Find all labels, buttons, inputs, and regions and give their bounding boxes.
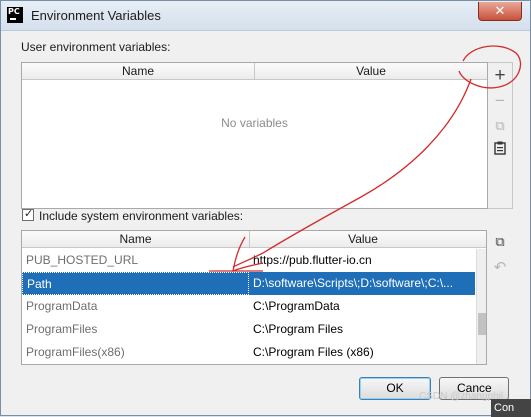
system-variables-table[interactable]: Name Value PUB_HOSTED_URL https://pub.fl…	[21, 230, 487, 365]
copy-variable-button[interactable]: ⧉	[490, 116, 510, 136]
user-variables-label: User environment variables:	[21, 40, 171, 54]
table-row[interactable]: PUB_HOSTED_URL https://pub.flutter-io.cn	[22, 249, 475, 272]
revert-button[interactable]: ↶	[490, 258, 510, 278]
environment-variables-dialog: PC Environment Variables ✕ User environm…	[0, 0, 531, 417]
checkmark-icon: ✓	[24, 208, 34, 220]
column-header-value[interactable]: Value	[254, 63, 487, 80]
row-name: Path	[22, 272, 249, 295]
corner-tag: Con	[491, 399, 531, 417]
pycharm-icon: PC	[7, 7, 23, 23]
scrollbar-thumb[interactable]	[478, 313, 486, 335]
row-value: C:\Program Files (x86)	[253, 345, 374, 359]
row-value: C:\ProgramData	[253, 299, 340, 313]
empty-state-text: No variables	[221, 116, 288, 130]
row-value: D:\software\Scripts\;D:\software\;C:\...	[253, 276, 454, 290]
include-system-checkbox[interactable]: ✓	[22, 208, 34, 221]
table-row[interactable]: ProgramFiles(x86) C:\Program Files (x86)	[22, 341, 475, 364]
clipboard-icon	[494, 141, 506, 155]
row-name: PUB_HOSTED_URL	[26, 253, 139, 267]
close-button[interactable]: ✕	[478, 2, 522, 21]
dialog-content: User environment variables: Name Value N…	[9, 32, 522, 415]
column-header-name[interactable]: Name	[22, 231, 249, 248]
window-title: Environment Variables	[31, 8, 161, 23]
user-toolbar: + − ⧉	[488, 62, 513, 209]
include-system-label[interactable]: Include system environment variables:	[39, 209, 243, 223]
copy-system-variable-button[interactable]: ⧉	[490, 232, 510, 252]
table-row[interactable]: ProgramData C:\ProgramData	[22, 295, 475, 318]
column-header-value[interactable]: Value	[249, 231, 476, 248]
add-variable-button[interactable]: +	[490, 66, 510, 86]
system-table-header: Name Value	[22, 231, 486, 248]
app-icon-text: PC	[8, 7, 20, 16]
system-toolbar: ⧉ ↶	[487, 230, 513, 365]
row-name: ProgramData	[26, 299, 98, 313]
title-bar[interactable]: PC Environment Variables ✕	[1, 1, 530, 31]
user-variables-table[interactable]: Name Value No variables	[21, 62, 488, 209]
paste-variable-button[interactable]	[490, 141, 510, 161]
user-table-header: Name Value	[22, 63, 487, 80]
row-value: https://pub.flutter-io.cn	[253, 253, 372, 267]
table-row[interactable]: ProgramFiles C:\Program Files	[22, 318, 475, 341]
column-header-name[interactable]: Name	[22, 63, 254, 80]
row-value: C:\Program Files	[253, 322, 344, 336]
row-name: ProgramFiles(x86)	[26, 345, 125, 359]
table-row-selected[interactable]: Path D:\software\Scripts\;D:\software\;C…	[22, 272, 475, 295]
remove-variable-button[interactable]: −	[490, 91, 510, 111]
vertical-scrollbar[interactable]	[476, 249, 486, 364]
row-name: ProgramFiles	[26, 322, 98, 336]
